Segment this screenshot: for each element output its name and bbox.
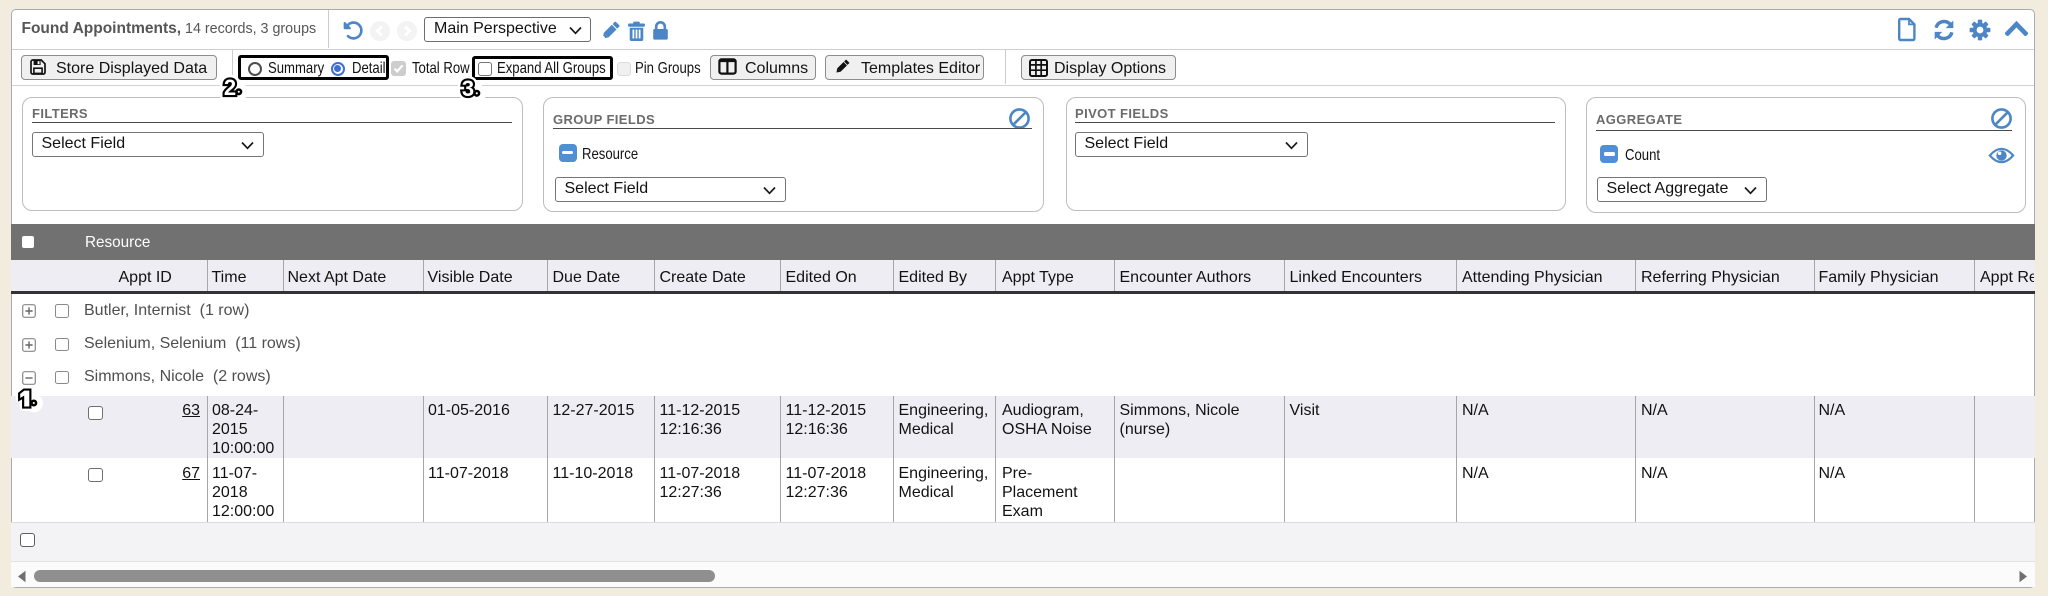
svg-text:3: 3	[462, 76, 474, 101]
svg-text:2: 2	[224, 75, 236, 100]
